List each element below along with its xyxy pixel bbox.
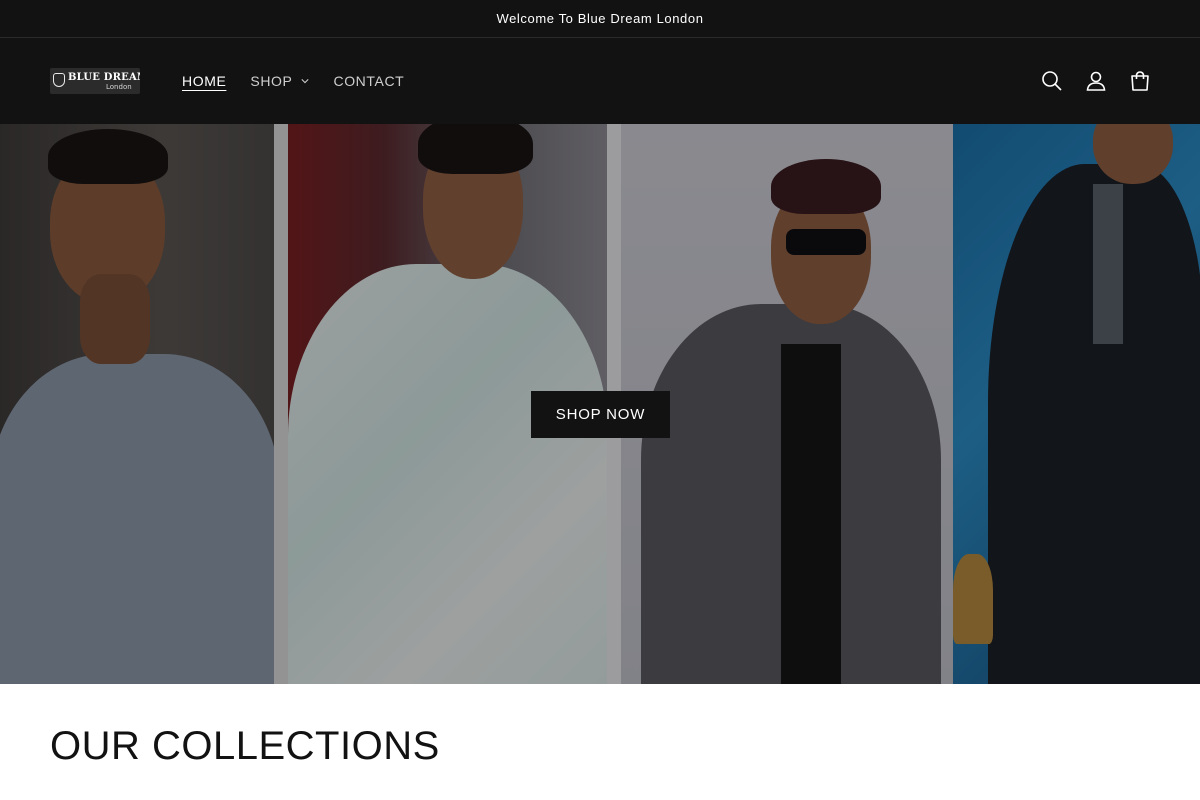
collections-section: OUR COLLECTIONS (0, 684, 1200, 769)
main-nav: HOME SHOP CONTACT (170, 73, 416, 89)
header-icons (1034, 63, 1158, 99)
nav-item-label: CONTACT (333, 73, 405, 89)
cart-icon (1131, 71, 1149, 91)
logo-sub-text: London (106, 82, 132, 91)
search-button[interactable] (1034, 63, 1070, 99)
site-header: BLUE DREAM London HOME SHOP CONTACT (0, 38, 1200, 124)
brand-logo[interactable]: BLUE DREAM London (50, 68, 140, 94)
nav-item-home[interactable]: HOME (170, 73, 238, 89)
nav-item-label: SHOP (250, 73, 293, 89)
cart-button[interactable] (1122, 63, 1158, 99)
chevron-down-icon (301, 79, 310, 84)
search-icon (1042, 71, 1062, 91)
collections-title: OUR COLLECTIONS (50, 724, 440, 768)
account-icon (1086, 71, 1106, 91)
shop-now-button[interactable]: SHOP NOW (531, 391, 670, 438)
logo-main-text: BLUE DREAM (68, 71, 140, 83)
shield-icon (53, 73, 65, 87)
nav-item-shop[interactable]: SHOP (238, 73, 321, 89)
announcement-text: Welcome To Blue Dream London (496, 11, 704, 26)
hero-banner: SHOP NOW (0, 124, 1200, 684)
nav-item-contact[interactable]: CONTACT (321, 73, 416, 89)
announcement-bar: Welcome To Blue Dream London (0, 0, 1200, 38)
nav-item-label: HOME (182, 73, 227, 89)
account-button[interactable] (1078, 63, 1114, 99)
